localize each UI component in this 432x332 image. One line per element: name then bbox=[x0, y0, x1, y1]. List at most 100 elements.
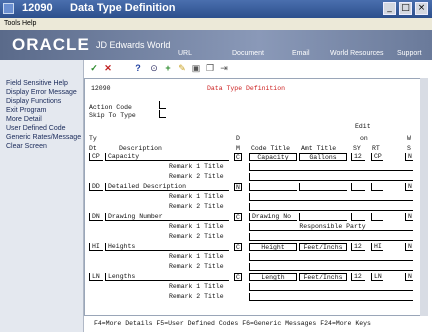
col-description: Description bbox=[119, 145, 162, 152]
col-s: S bbox=[407, 145, 411, 152]
col-w: W bbox=[407, 135, 411, 142]
sidebar-item-exit-program[interactable]: Exit Program bbox=[6, 107, 46, 114]
row-code-title-field[interactable]: Length bbox=[249, 273, 297, 281]
row-code-title-field[interactable] bbox=[249, 183, 297, 191]
col-dt: Dt bbox=[89, 145, 97, 152]
row-type-field[interactable]: CP bbox=[89, 153, 103, 161]
sidebar-item-field-help[interactable]: Field Sensitive Help bbox=[6, 80, 68, 87]
sidebar-item-clear-screen[interactable]: Clear Screen bbox=[6, 143, 47, 150]
maximize-button[interactable]: □ bbox=[399, 2, 412, 15]
row-description-field[interactable]: Capacity bbox=[105, 153, 229, 161]
row-amt-title-field[interactable]: Feet/Inchs bbox=[299, 243, 347, 251]
row-rt-field[interactable]: HI bbox=[371, 243, 383, 251]
remark1-field[interactable] bbox=[249, 163, 413, 171]
row-code-title-field[interactable]: Capacity bbox=[249, 153, 297, 161]
row-code-title-field[interactable]: Height bbox=[249, 243, 297, 251]
col-edit: Edit bbox=[355, 123, 371, 130]
row-description-field[interactable]: Detailed Description bbox=[105, 183, 229, 191]
row-amt-title-field[interactable] bbox=[299, 183, 347, 191]
remark1-field[interactable] bbox=[249, 193, 413, 201]
minimize-button[interactable]: _ bbox=[383, 2, 396, 15]
close-button[interactable]: × bbox=[415, 2, 428, 15]
row-amt-title-field[interactable]: Gallons bbox=[299, 153, 347, 161]
delete-icon[interactable]: ▣ bbox=[190, 62, 202, 74]
col-code-title: Code Title bbox=[251, 145, 291, 152]
row-dm-field[interactable]: C bbox=[234, 213, 242, 221]
sidebar-item-user-defined-code[interactable]: User Defined Code bbox=[6, 125, 66, 132]
action-code-field[interactable] bbox=[159, 101, 166, 109]
row-description-field[interactable]: Drawing Number bbox=[105, 213, 229, 221]
action-code-label: Action Code bbox=[89, 104, 132, 111]
row-description-field[interactable]: Heights bbox=[105, 243, 229, 251]
row-ws-field[interactable]: N bbox=[405, 213, 413, 221]
row-ws-field[interactable]: N bbox=[405, 183, 413, 191]
row-dm-field[interactable]: C bbox=[234, 243, 242, 251]
help-icon[interactable]: ? bbox=[132, 62, 144, 74]
skip-to-type-field[interactable] bbox=[159, 110, 166, 118]
remark1-field[interactable] bbox=[249, 253, 413, 261]
remark2-field[interactable] bbox=[249, 293, 413, 301]
nav-email[interactable]: Email bbox=[292, 50, 310, 57]
row-sy-field[interactable]: 12 bbox=[351, 273, 365, 281]
row-type-field[interactable]: LN bbox=[89, 273, 103, 281]
row-ws-field[interactable]: N bbox=[405, 153, 413, 161]
sidebar-item-display-functions[interactable]: Display Functions bbox=[6, 98, 61, 105]
row-type-field[interactable]: HI bbox=[89, 243, 103, 251]
sidebar-item-more-detail[interactable]: More Detail bbox=[6, 116, 42, 123]
row-type-field[interactable]: DD bbox=[89, 183, 103, 191]
copy-icon[interactable]: ❐ bbox=[204, 62, 216, 74]
app-icon bbox=[3, 3, 14, 14]
remark1-label: Remark 1 Title bbox=[169, 163, 224, 170]
menu-help[interactable]: Help bbox=[22, 20, 36, 27]
window-title: Data Type Definition bbox=[70, 2, 176, 14]
check-icon[interactable]: ✓ bbox=[88, 62, 100, 74]
nav-support[interactable]: Support bbox=[397, 50, 422, 57]
sidebar-item-generic-rates[interactable]: Generic Rates/Message bbox=[6, 134, 81, 141]
nav-url[interactable]: URL bbox=[178, 50, 192, 57]
row-amt-title-field[interactable] bbox=[299, 213, 347, 221]
exit-icon[interactable]: ⇥ bbox=[218, 62, 230, 74]
col-ty: Ty bbox=[89, 135, 97, 142]
row-rt-field[interactable]: LN bbox=[371, 273, 383, 281]
row-amt-title-field[interactable]: Feet/Inchs bbox=[299, 273, 347, 281]
row-sy-field[interactable]: 12 bbox=[351, 243, 365, 251]
row-sy-field[interactable] bbox=[351, 213, 365, 221]
remark2-label: Remark 2 Title bbox=[169, 203, 224, 210]
row-description-field[interactable]: Lengths bbox=[105, 273, 229, 281]
zoom-icon[interactable]: ⊙ bbox=[148, 62, 160, 74]
cancel-icon[interactable]: ✕ bbox=[102, 62, 114, 74]
row-sy-field[interactable] bbox=[351, 183, 365, 191]
vertical-scrollbar[interactable] bbox=[420, 78, 428, 316]
skip-to-type-label: Skip To Type bbox=[89, 112, 136, 119]
row-rt-field[interactable]: CP bbox=[371, 153, 383, 161]
row-ws-field[interactable]: N bbox=[405, 273, 413, 281]
menu-tools[interactable]: Tools bbox=[4, 20, 20, 27]
remark1-field[interactable]: Responsible Party bbox=[249, 223, 413, 231]
remark2-label: Remark 2 Title bbox=[169, 233, 224, 240]
remark2-field[interactable] bbox=[249, 263, 413, 271]
product-name: JD Edwards World bbox=[96, 40, 171, 50]
row-code-title-field[interactable]: Drawing No bbox=[249, 213, 297, 221]
col-d: D bbox=[236, 135, 240, 142]
row-dm-field[interactable]: C bbox=[234, 273, 242, 281]
remark2-label: Remark 2 Title bbox=[169, 293, 224, 300]
row-type-field[interactable]: DN bbox=[89, 213, 103, 221]
row-dm-field[interactable]: C bbox=[234, 153, 242, 161]
row-dm-field[interactable]: N bbox=[234, 183, 242, 191]
remark1-field[interactable] bbox=[249, 283, 413, 291]
remark2-field[interactable] bbox=[249, 173, 413, 181]
remark2-field[interactable] bbox=[249, 203, 413, 211]
sidebar-item-error-message[interactable]: Display Error Message bbox=[6, 89, 77, 96]
row-rt-field[interactable] bbox=[371, 183, 383, 191]
remark2-field[interactable] bbox=[249, 233, 413, 241]
nav-document[interactable]: Document bbox=[232, 50, 264, 57]
oracle-banner: ORACLE JD Edwards World URL Document Ema… bbox=[0, 30, 432, 60]
add-icon[interactable]: + bbox=[162, 62, 174, 74]
row-sy-field[interactable]: 12 bbox=[351, 153, 365, 161]
row-ws-field[interactable]: N bbox=[405, 243, 413, 251]
row-rt-field[interactable] bbox=[371, 213, 383, 221]
form-area: 12090 Data Type Definition Action Code S… bbox=[84, 78, 428, 316]
form-heading: Data Type Definition bbox=[207, 85, 286, 92]
nav-world-resources[interactable]: World Resources bbox=[330, 50, 384, 57]
edit-icon[interactable]: ✎ bbox=[176, 62, 188, 74]
